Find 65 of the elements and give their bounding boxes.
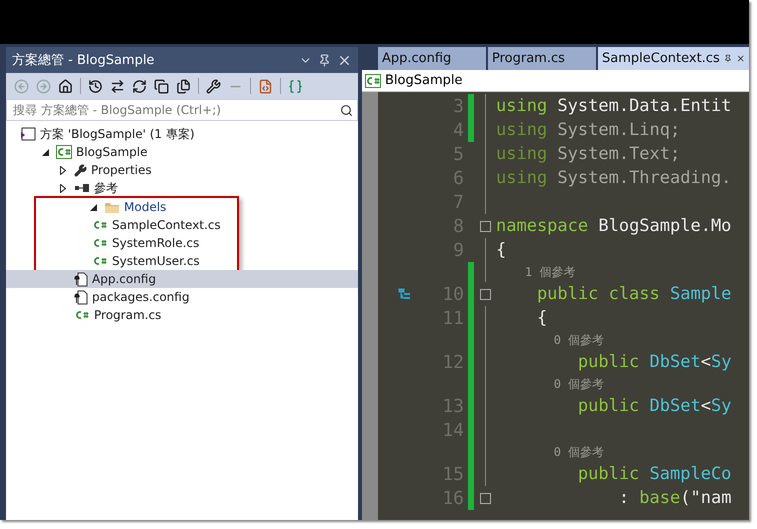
class-outline-icon[interactable]	[398, 288, 410, 300]
code-line: public DbSet<Sy	[576, 396, 732, 416]
tree-item[interactable]: App.config	[6, 270, 358, 288]
tree-item[interactable]: Properties	[6, 161, 358, 179]
pin-icon[interactable]	[318, 54, 331, 66]
project-icon	[56, 145, 72, 159]
config-file-icon	[74, 272, 88, 286]
code-line: using System.Text;	[496, 144, 680, 164]
tree-item[interactable]: BlogSample	[6, 143, 358, 161]
tree-item[interactable]: 參考	[6, 179, 358, 197]
expanded-arrow-icon[interactable]	[90, 204, 96, 210]
code-line: public class Sample	[536, 284, 732, 304]
refresh-icon[interactable]	[132, 78, 147, 94]
tree-item[interactable]: Models	[36, 198, 237, 216]
folder-icon	[104, 200, 120, 214]
reference-count[interactable]: 0 個參考	[496, 444, 604, 460]
reference-count[interactable]: 0 個參考	[496, 376, 604, 392]
solution-icon	[20, 127, 36, 141]
panel-title: 方案總管 - BlogSample	[12, 52, 156, 69]
csharp-icon	[74, 308, 90, 322]
expanded-arrow-icon[interactable]	[42, 148, 48, 156]
collapsed-arrow-icon[interactable]	[60, 166, 66, 174]
tree-item[interactable]: Program.cs	[6, 306, 358, 324]
code-line: : base("nam	[618, 488, 732, 508]
reference-count[interactable]: 0 個參考	[496, 332, 604, 348]
preview-icon[interactable]	[258, 78, 273, 94]
project-dropdown[interactable]: BlogSample	[385, 73, 462, 88]
tree-item[interactable]: 方案 'BlogSample' (1 專案)	[6, 125, 358, 143]
wrench-icon	[74, 164, 87, 176]
csharp-icon	[92, 218, 108, 232]
code-braces-icon[interactable]	[288, 78, 303, 94]
search-icon[interactable]	[340, 104, 353, 116]
references-icon	[74, 183, 90, 193]
editor-tab[interactable]: App.config	[378, 47, 486, 70]
home-icon[interactable]	[58, 78, 73, 94]
collapsed-arrow-icon[interactable]	[60, 184, 66, 192]
csharp-icon	[92, 236, 108, 250]
editor-tab[interactable]: SampleContext.cs	[598, 47, 749, 70]
tree-item[interactable]: SystemRole.cs	[36, 234, 237, 252]
code-line: public DbSet<Sy	[576, 352, 732, 372]
code-line: using System.Data.Entit	[496, 96, 732, 116]
editor-tab[interactable]: Program.cs	[488, 47, 596, 70]
pin-icon[interactable]	[724, 53, 732, 64]
collapse-all-icon[interactable]	[154, 78, 169, 94]
reference-count[interactable]: 1 個參考	[496, 264, 576, 280]
code-line: using System.Linq;	[496, 120, 680, 140]
fold-toggle[interactable]	[480, 492, 490, 504]
show-all-files-icon[interactable]	[176, 78, 191, 94]
project-icon	[365, 74, 381, 88]
code-line: {	[496, 240, 506, 260]
tree-item[interactable]: SampleContext.cs	[36, 216, 237, 234]
code-line: namespace BlogSample.Mo	[496, 216, 732, 236]
fold-toggle[interactable]	[480, 288, 490, 300]
sync-icon[interactable]	[110, 78, 125, 94]
search-field[interactable]: 搜尋 方案總管 - BlogSample (Ctrl+;)	[6, 99, 358, 121]
tree-item[interactable]: SystemUser.cs	[36, 252, 237, 270]
tree-item[interactable]: packages.config	[6, 288, 358, 306]
csharp-icon	[92, 254, 108, 268]
config-file-icon	[74, 290, 88, 304]
code-line: {	[536, 308, 548, 328]
history-icon[interactable]	[88, 78, 103, 94]
wrench-icon[interactable]	[206, 78, 221, 94]
fold-toggle[interactable]	[480, 220, 490, 232]
code-line: using System.Threading.	[496, 168, 732, 188]
code-line: public SampleCo	[576, 464, 732, 484]
